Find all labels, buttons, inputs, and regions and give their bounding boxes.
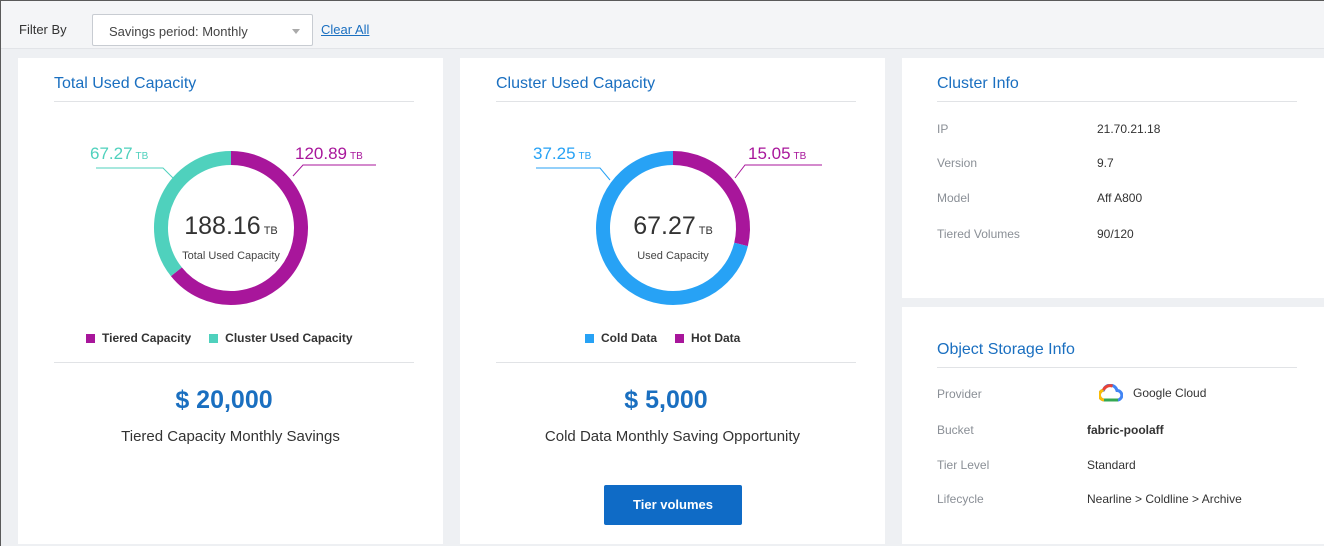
cluster-used-capacity-card: Cluster Used Capacity 37.25 TB 15.05 TB 67…	[460, 58, 885, 544]
savings-period-value: Savings period: Monthly	[109, 24, 248, 39]
provider-name: Google Cloud	[1133, 386, 1207, 400]
legend-label: Cluster Used Capacity	[225, 331, 353, 345]
callout-value: 37.25	[533, 144, 576, 163]
card-title: Cluster Used Capacity	[496, 75, 656, 92]
tiered-savings-value: $ 20,000	[175, 386, 273, 414]
info-key: Provider	[937, 387, 982, 401]
divider	[54, 101, 414, 102]
divider	[937, 367, 1297, 368]
tiered-savings-desc: Tiered Capacity Monthly Savings	[121, 428, 340, 445]
center-number: 188.16	[184, 212, 261, 240]
cluster-center-value: 67.27 TB	[573, 212, 773, 241]
tier-volumes-button[interactable]: Tier volumes	[604, 485, 742, 525]
total-center-value: 188.16 TB	[131, 212, 331, 241]
legend-item-cold: Cold Data	[585, 331, 657, 345]
legend-swatch	[86, 333, 95, 343]
cluster-center-label: Used Capacity	[637, 250, 709, 262]
cold-savings-desc: Cold Data Monthly Saving Opportunity	[544, 428, 801, 445]
card-title: Cluster Info	[937, 75, 1019, 92]
info-key: IP	[937, 122, 949, 136]
filter-bar: Filter By Savings period: Monthly Clear …	[1, 1, 1324, 49]
callout-unit: TB	[135, 151, 149, 162]
divider	[496, 101, 856, 102]
legend-label: Tiered Capacity	[102, 331, 192, 345]
chevron-down-icon	[292, 29, 300, 34]
divider	[54, 362, 414, 363]
info-value: 9.7	[1097, 156, 1114, 170]
legend-swatch	[675, 333, 685, 343]
total-used-capacity-card: Total Used Capacity 67.27 TB 120.89 TB 188…	[18, 58, 443, 544]
legend-swatch	[585, 333, 594, 343]
legend-label: Cold Data	[601, 331, 658, 345]
legend-item-cluster-used: Cluster Used Capacity	[209, 331, 353, 345]
center-unit: TB	[263, 225, 278, 237]
callout-value: 15.05	[748, 144, 791, 163]
cluster-used-callout: 67.27 TB	[90, 144, 148, 164]
divider	[937, 101, 1297, 102]
info-key: Version	[937, 156, 978, 170]
google-cloud-icon	[1099, 384, 1123, 402]
right-callout-line	[292, 164, 376, 177]
info-value: Nearline > Coldline > Archive	[1087, 492, 1242, 506]
total-center-label: Total Used Capacity	[182, 250, 280, 262]
hot-data-callout: 15.05 TB	[748, 144, 806, 164]
legend-label: Hot Data	[691, 331, 741, 345]
info-key: Bucket	[937, 423, 974, 437]
cold-savings-value: $ 5,000	[624, 386, 708, 414]
legend-swatch	[209, 333, 219, 343]
cluster-legend: Cold Data Hot Data	[585, 331, 740, 345]
info-value: Standard	[1087, 458, 1136, 472]
callout-unit: TB	[350, 151, 363, 162]
filter-label: Filter By	[19, 22, 67, 37]
divider	[496, 362, 856, 363]
left-callout-line	[96, 167, 174, 179]
info-value: Aff A800	[1097, 191, 1143, 205]
legend-item-tiered: Tiered Capacity	[86, 331, 191, 345]
legend-item-hot: Hot Data	[675, 331, 740, 345]
cluster-info-card: Cluster Info IP 21.70.21.18 Version 9.7 …	[902, 58, 1324, 298]
savings-period-select[interactable]: Savings period: Monthly	[92, 14, 313, 46]
object-storage-info-card: Object Storage Info Provider Google Clou…	[902, 307, 1324, 544]
callout-value: 67.27	[90, 144, 133, 163]
left-callout-line	[536, 167, 611, 181]
card-title: Object Storage Info	[937, 341, 1075, 358]
info-key: Model	[937, 191, 970, 205]
info-value: 90/120	[1097, 227, 1134, 241]
tiered-callout: 120.89 TB	[295, 144, 363, 164]
info-key: Tiered Volumes	[937, 227, 1020, 241]
callout-unit: TB	[578, 151, 592, 162]
callout-unit: TB	[793, 151, 807, 162]
card-title: Total Used Capacity	[54, 75, 197, 92]
info-value: fabric-poolaff	[1087, 423, 1164, 437]
center-unit: TB	[698, 225, 713, 237]
total-legend: Tiered Capacity Cluster Used Capacity	[86, 331, 353, 345]
callout-value: 120.89	[295, 144, 347, 163]
info-value: Google Cloud	[1099, 384, 1206, 402]
info-key: Tier Level	[937, 458, 990, 472]
cold-data-callout: 37.25 TB	[533, 144, 591, 164]
info-value: 21.70.21.18	[1097, 122, 1161, 136]
center-number: 67.27	[633, 212, 696, 240]
info-key: Lifecycle	[937, 492, 984, 506]
clear-all-link[interactable]: Clear All	[321, 22, 369, 37]
right-callout-line	[734, 164, 822, 179]
